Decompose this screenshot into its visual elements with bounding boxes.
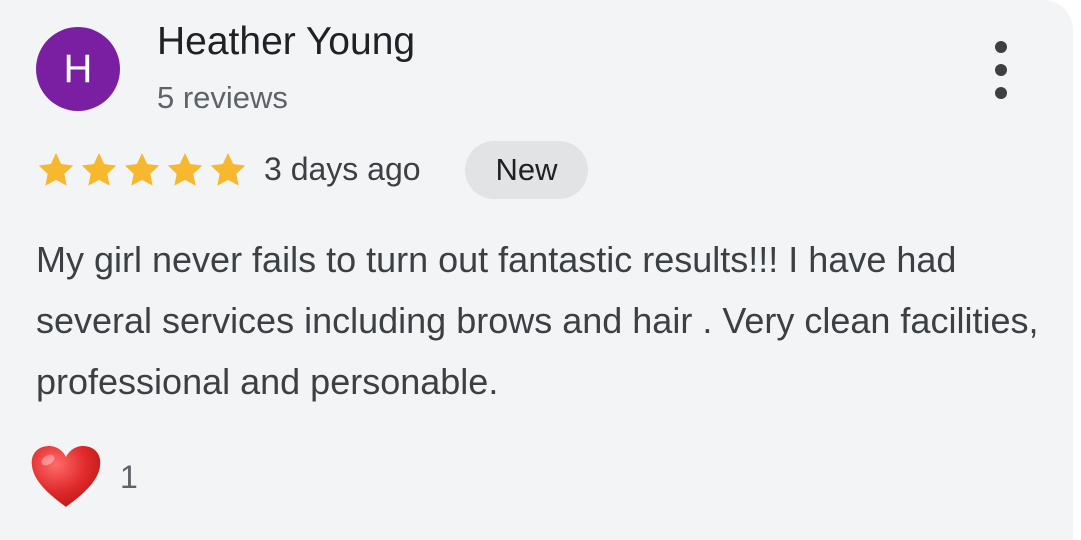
like-button[interactable]: 1 [30, 444, 138, 510]
author-review-count[interactable]: 5 reviews [157, 80, 288, 116]
more-vert-icon-dot [995, 87, 1007, 99]
more-options-button[interactable] [978, 38, 1024, 102]
review-card: H Heather Young 5 reviews 3 days ago New… [0, 0, 1073, 540]
star-icon [165, 150, 205, 190]
avatar-initial: H [63, 46, 93, 91]
star-icon [208, 150, 248, 190]
avatar[interactable]: H [36, 27, 120, 111]
star-icon [36, 150, 76, 190]
author-name[interactable]: Heather Young [157, 20, 415, 64]
heart-icon [30, 444, 102, 510]
star-icon [79, 150, 119, 190]
more-vert-icon [995, 41, 1007, 53]
star-icon [122, 150, 162, 190]
review-time: 3 days ago [264, 151, 421, 187]
more-vert-icon-dot [995, 64, 1007, 76]
reaction-count: 1 [120, 458, 138, 495]
new-badge: New [465, 141, 588, 199]
star-rating [36, 149, 251, 191]
review-text: My girl never fails to turn out fantasti… [36, 239, 1039, 402]
